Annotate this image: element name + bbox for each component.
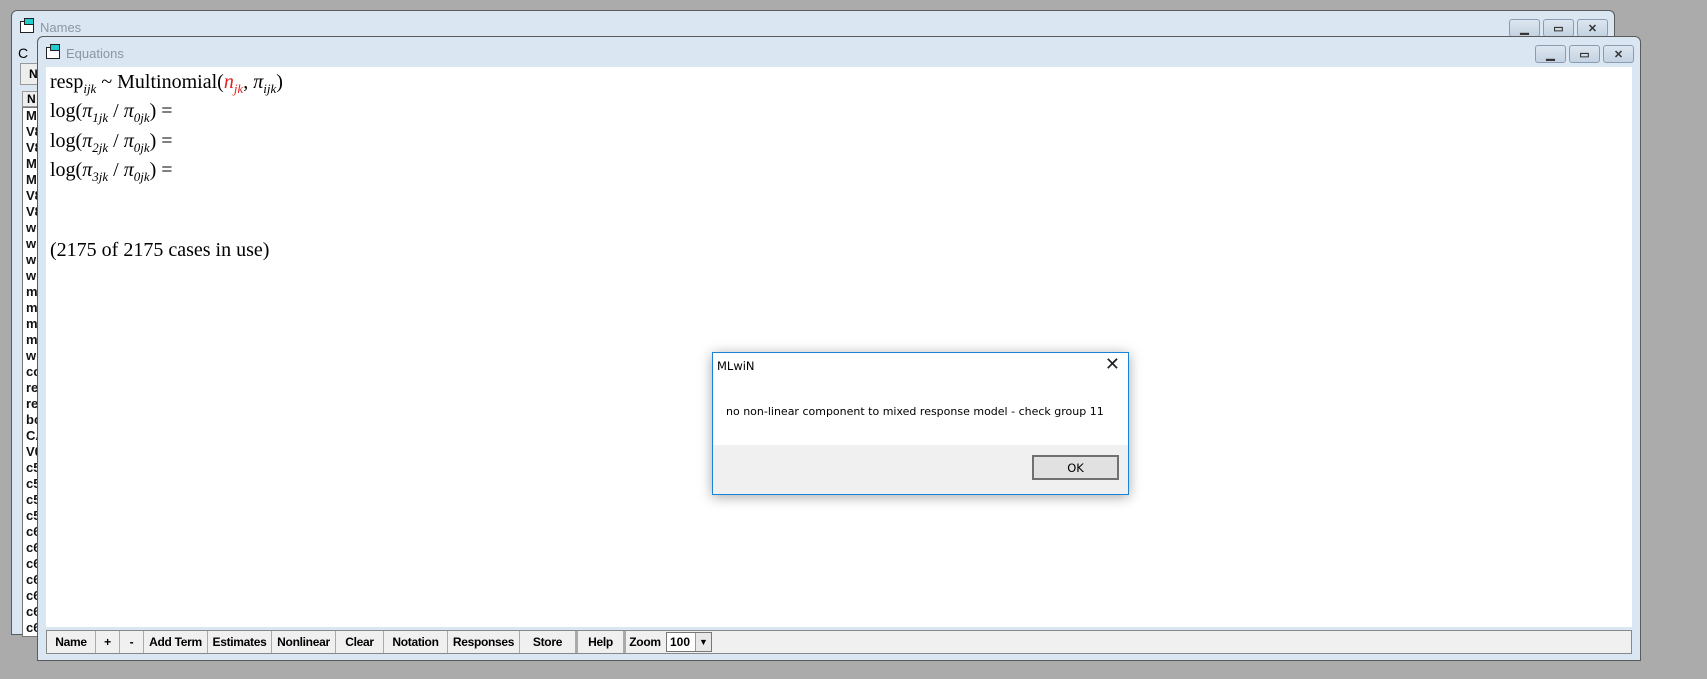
toolbar-button-minus[interactable]: -	[120, 631, 144, 653]
logit-equation[interactable]: log(π3jk / π0jk) =	[50, 159, 173, 185]
dialog-message: no non-linear component to mixed respons…	[726, 405, 1104, 418]
group-label: C	[18, 45, 29, 61]
minimize-button[interactable]: ▁	[1535, 45, 1566, 63]
toolbar-button-responses[interactable]: Responses	[448, 631, 520, 653]
maximize-button[interactable]: ▭	[1569, 45, 1600, 63]
minimize-button[interactable]: ▁	[1509, 19, 1540, 37]
close-button[interactable]: ✕	[1603, 45, 1634, 63]
toolbar-button-name[interactable]: Name	[47, 631, 96, 653]
toolbar-button-clear[interactable]: Clear	[336, 631, 384, 653]
close-icon[interactable]: ✕	[1105, 354, 1120, 375]
maximize-button[interactable]: ▭	[1543, 19, 1574, 37]
toolbar-button-notation[interactable]: Notation	[384, 631, 448, 653]
toolbar-button-estimates[interactable]: Estimates	[208, 631, 272, 653]
chevron-down-icon[interactable]: ▼	[695, 633, 711, 651]
equations-window: Equations ▁ ▭ ✕ respijk ~ Multinomial(njk,…	[37, 36, 1641, 661]
zoom-select[interactable]: 100 ▼	[666, 632, 712, 652]
zoom-label: Zoom	[624, 631, 664, 653]
logit-equation[interactable]: log(π1jk / π0jk) =	[50, 100, 173, 126]
toolbar-button-add-term[interactable]: Add Term	[144, 631, 208, 653]
cases-in-use: (2175 of 2175 cases in use)	[50, 239, 270, 261]
window-title: Names	[40, 19, 82, 35]
app-icon	[46, 44, 60, 59]
toolbar-button-nonlinear[interactable]: Nonlinear	[272, 631, 336, 653]
message-dialog: MLwiN ✕ no non-linear component to mixed…	[712, 352, 1129, 495]
equations-toolbar: Name + - Add Term Estimates Nonlinear Clear Not…	[46, 630, 1632, 654]
dialog-title: MLwiN	[717, 359, 755, 373]
equation-area: respijk ~ Multinomial(njk, πijk) log(π1j…	[46, 67, 1632, 627]
app-icon	[20, 18, 34, 33]
window-title: Equations	[66, 45, 124, 61]
toolbar-button-help[interactable]: Help	[576, 631, 624, 653]
close-button[interactable]: ✕	[1577, 19, 1608, 37]
toolbar-button-plus[interactable]: +	[96, 631, 120, 653]
logit-equation[interactable]: log(π2jk / π0jk) =	[50, 130, 173, 156]
toolbar-button-store[interactable]: Store	[520, 631, 576, 653]
distribution-equation[interactable]: respijk ~ Multinomial(njk, πijk)	[50, 71, 283, 97]
ok-button[interactable]: OK	[1032, 455, 1119, 480]
